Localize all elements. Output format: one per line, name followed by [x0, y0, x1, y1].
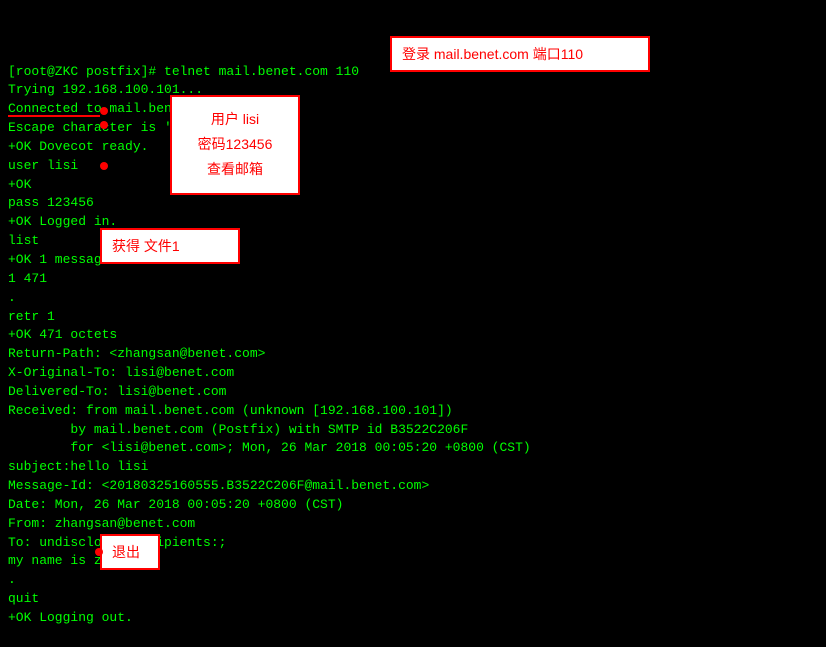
terminal-line: +OK Dovecot ready.	[8, 138, 818, 157]
terminal-line: Escape character is '^]'.	[8, 119, 818, 138]
getfile-annotation: 获得 文件1	[100, 228, 240, 264]
terminal-line: X-Original-To: lisi@benet.com	[8, 364, 818, 383]
password-label: 密码123456	[186, 132, 284, 157]
user-underline	[8, 115, 100, 117]
user-label: 用户 lisi	[186, 107, 284, 132]
terminal-line: Received: from mail.benet.com (unknown […	[8, 402, 818, 421]
terminal-line: +OK Logging out.	[8, 609, 818, 628]
terminal-line: +OK	[8, 176, 818, 195]
terminal-line: user lisi	[8, 157, 818, 176]
mailbox-label: 查看邮箱	[186, 157, 284, 182]
terminal-line: Connected to mail.benet.com.	[8, 100, 818, 119]
terminal-line: From: zhangsan@benet.com	[8, 515, 818, 534]
terminal-line: .	[8, 571, 818, 590]
list-dot	[100, 162, 108, 170]
quit-dot	[95, 548, 103, 556]
terminal-line: Delivered-To: lisi@benet.com	[8, 383, 818, 402]
terminal-line: retr 1	[8, 308, 818, 327]
terminal-line: +OK 471 octets	[8, 326, 818, 345]
terminal-line: for <lisi@benet.com>; Mon, 26 Mar 2018 0…	[8, 439, 818, 458]
terminal-line: .	[8, 289, 818, 308]
quit-annotation: 退出	[100, 534, 160, 570]
ok-dot	[100, 121, 108, 129]
terminal-line: subject:hello lisi	[8, 458, 818, 477]
user-dot	[100, 107, 108, 115]
user-annotation: 用户 lisi 密码123456 查看邮箱	[170, 95, 300, 195]
terminal-line: pass 123456	[8, 194, 818, 213]
terminal-line: quit	[8, 590, 818, 609]
terminal-line: 1 471	[8, 270, 818, 289]
terminal-line: Trying 192.168.100.101...	[8, 81, 818, 100]
terminal-line: by mail.benet.com (Postfix) with SMTP id…	[8, 421, 818, 440]
login-annotation: 登录 mail.benet.com 端口110	[390, 36, 650, 72]
terminal-line: Message-Id: <20180325160555.B3522C206F@m…	[8, 477, 818, 496]
terminal: [root@ZKC postfix]# telnet mail.benet.co…	[0, 0, 826, 590]
terminal-line: Return-Path: <zhangsan@benet.com>	[8, 345, 818, 364]
terminal-line: Date: Mon, 26 Mar 2018 00:05:20 +0800 (C…	[8, 496, 818, 515]
